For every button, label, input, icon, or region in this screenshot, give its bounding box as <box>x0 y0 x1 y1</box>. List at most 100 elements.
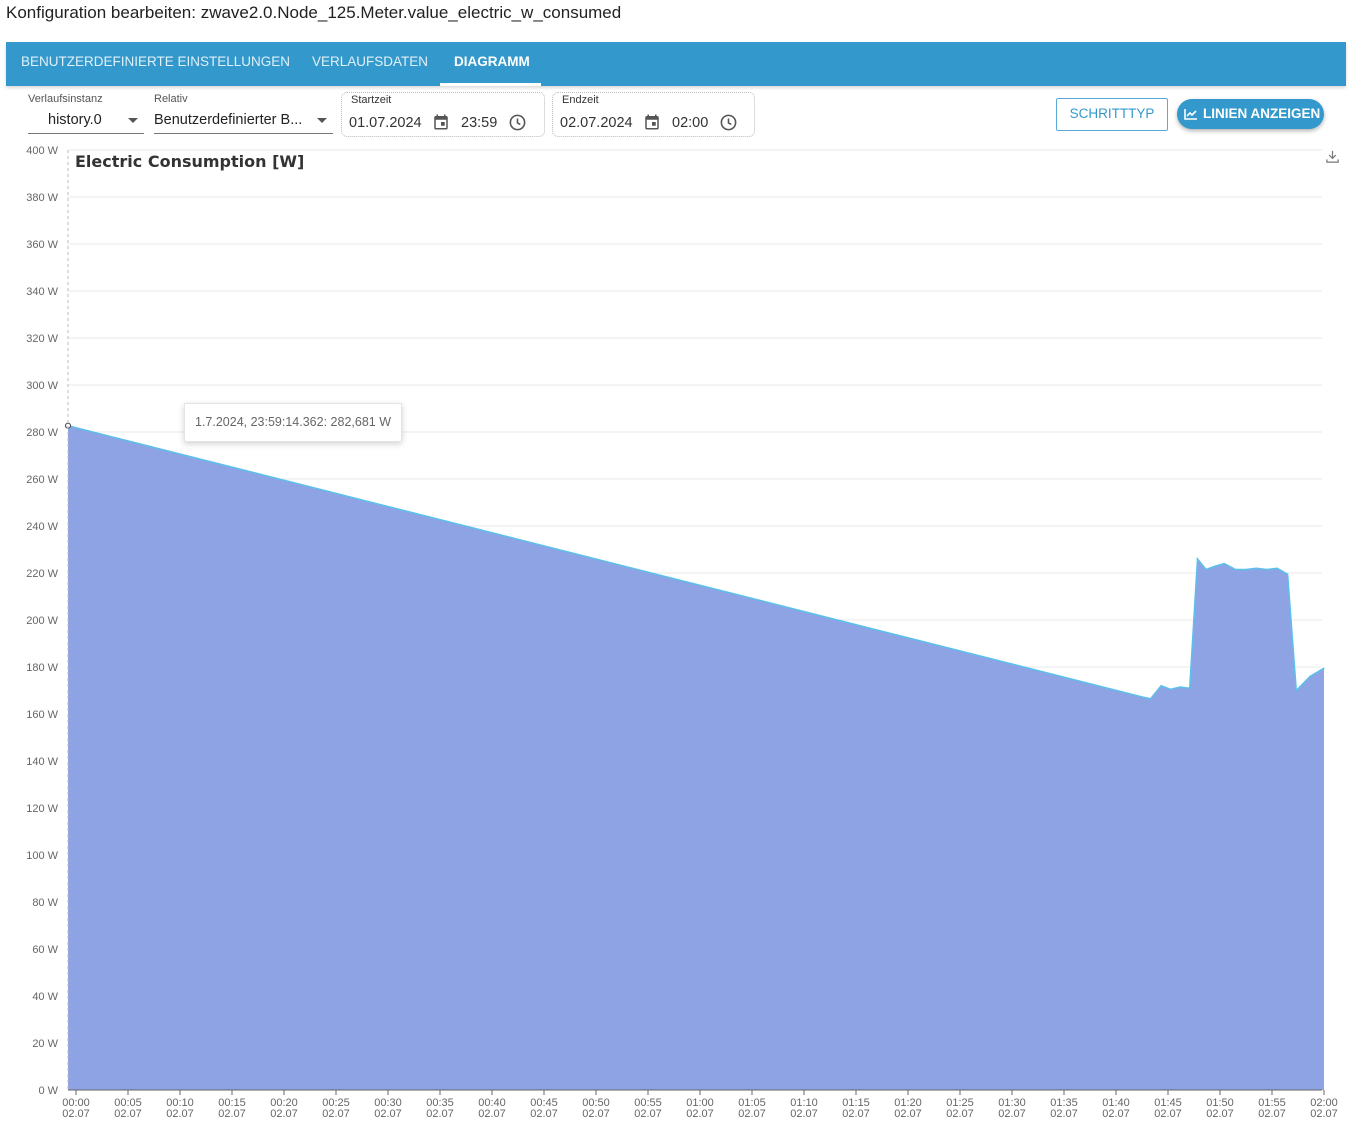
x-tick-date-label: 02.07 <box>894 1108 922 1120</box>
y-tick-label: 200 W <box>26 615 58 627</box>
x-tick-date-label: 02.07 <box>946 1108 974 1120</box>
data-point <box>1287 573 1289 575</box>
history-instance-label: Verlaufsinstanz <box>28 93 103 105</box>
active-tab-indicator <box>440 83 541 86</box>
line-chart-icon <box>1184 109 1197 120</box>
x-tick-date-label: 02.07 <box>998 1108 1026 1120</box>
start-time-label: Startzeit <box>351 94 392 106</box>
data-point <box>1189 687 1191 689</box>
download-icon[interactable] <box>1325 149 1340 164</box>
data-point <box>1309 675 1311 678</box>
x-tick-date-label: 02.07 <box>582 1108 610 1120</box>
history-instance-value: history.0 <box>48 112 102 128</box>
x-tick-date-label: 02.07 <box>426 1108 454 1120</box>
data-point <box>1179 686 1181 688</box>
data-point <box>1205 568 1207 571</box>
end-date-input[interactable]: 02.07.2024 <box>560 115 633 131</box>
x-tick-date-label: 02.07 <box>842 1108 870 1120</box>
history-instance-select[interactable]: history.0 <box>28 109 144 134</box>
data-point <box>1196 558 1199 560</box>
x-tick-date-label: 02.07 <box>270 1108 298 1120</box>
start-date-input[interactable]: 01.07.2024 <box>349 115 422 131</box>
window-title: Konfiguration bearbeiten: zwave2.0.Node_… <box>6 3 622 22</box>
relative-value: Benutzerdefinierter B... <box>154 112 303 128</box>
x-tick-date-label: 02.07 <box>790 1108 818 1120</box>
start-time-field: Startzeit 01.07.2024 23:59 <box>341 92 545 137</box>
show-lines-label: Linien anzeigen <box>1203 106 1321 121</box>
y-tick-label: 160 W <box>26 709 58 721</box>
x-tick-date-label: 02.07 <box>686 1108 714 1120</box>
caret-down-icon <box>317 118 327 123</box>
data-point <box>1276 567 1278 569</box>
data-point <box>1255 567 1257 569</box>
caret-down-icon <box>128 118 138 123</box>
start-time-input[interactable]: 23:59 <box>461 115 497 131</box>
step-type-button[interactable]: Schritttyp <box>1056 98 1168 131</box>
y-tick-label: 380 W <box>26 192 58 204</box>
y-tick-label: 360 W <box>26 239 58 251</box>
x-tick-date-label: 02.07 <box>634 1108 662 1120</box>
x-tick-date-label: 02.07 <box>1258 1108 1286 1120</box>
x-tick-date-label: 02.07 <box>62 1108 90 1120</box>
chart-title: Electric Consumption [W] <box>75 152 304 171</box>
y-tick-label: 260 W <box>26 474 58 486</box>
clock-icon[interactable] <box>719 113 738 132</box>
end-time-input[interactable]: 02:00 <box>672 115 708 131</box>
data-point <box>1266 568 1268 571</box>
end-time-label: Endzeit <box>562 94 599 106</box>
y-tick-label: 180 W <box>26 662 58 674</box>
x-tick-date-label: 02.07 <box>1050 1108 1078 1120</box>
y-tick-label: 140 W <box>26 756 58 768</box>
x-tick-date-label: 02.07 <box>114 1108 142 1120</box>
data-point <box>1223 563 1225 565</box>
data-point <box>1295 689 1297 692</box>
x-tick-date-label: 02.07 <box>166 1108 194 1120</box>
y-tick-label: 400 W <box>26 145 58 157</box>
y-tick-label: 340 W <box>26 286 58 298</box>
y-tick-label: 300 W <box>26 380 58 392</box>
x-tick-date-label: 02.07 <box>1154 1108 1182 1120</box>
data-point <box>1160 685 1162 687</box>
x-tick-date-label: 02.07 <box>530 1108 558 1120</box>
tab-history-data[interactable]: Verlaufsdaten <box>312 42 428 86</box>
relative-select[interactable]: Benutzerdefinierter B... <box>154 109 333 134</box>
y-tick-label: 20 W <box>32 1038 58 1050</box>
x-tick-date-label: 02.07 <box>374 1108 402 1120</box>
clock-icon[interactable] <box>508 113 527 132</box>
y-tick-label: 100 W <box>26 850 58 862</box>
data-point <box>1215 565 1217 567</box>
tab-custom-settings[interactable]: Benutzerdefinierte Einstellungen <box>21 42 290 86</box>
calendar-icon[interactable] <box>432 113 450 131</box>
chart-tooltip: 1.7.2024, 23:59:14.362: 282,681 W <box>184 403 402 442</box>
y-tick-label: 280 W <box>26 427 58 439</box>
calendar-icon[interactable] <box>643 113 661 131</box>
tab-bar: Benutzerdefinierte Einstellungen Verlauf… <box>6 42 1346 86</box>
series-area <box>68 425 1324 1090</box>
data-point <box>1235 568 1237 571</box>
x-tick-date-label: 02.07 <box>1310 1108 1338 1120</box>
x-tick-date-label: 02.07 <box>738 1108 766 1120</box>
y-tick-label: 240 W <box>26 521 58 533</box>
x-tick-date-label: 02.07 <box>1102 1108 1130 1120</box>
y-tick-label: 40 W <box>32 991 58 1003</box>
data-point <box>1150 698 1152 700</box>
tab-chart[interactable]: Diagramm <box>454 42 530 86</box>
x-tick-date-label: 02.07 <box>322 1108 350 1120</box>
relative-label: Relativ <box>154 93 188 105</box>
data-point <box>1144 696 1146 699</box>
data-point <box>1245 568 1247 571</box>
y-tick-label: 80 W <box>32 897 58 909</box>
y-tick-label: 0 W <box>38 1085 58 1097</box>
x-tick-date-label: 02.07 <box>1206 1108 1234 1120</box>
y-tick-label: 320 W <box>26 333 58 345</box>
y-tick-label: 220 W <box>26 568 58 580</box>
x-tick-date-label: 02.07 <box>478 1108 506 1120</box>
y-tick-label: 120 W <box>26 803 58 815</box>
data-point <box>1323 667 1325 669</box>
show-lines-button[interactable]: Linien anzeigen <box>1177 99 1324 129</box>
end-time-field: Endzeit 02.07.2024 02:00 <box>552 92 755 137</box>
y-tick-label: 60 W <box>32 944 58 956</box>
data-point <box>1170 688 1172 690</box>
x-tick-date-label: 02.07 <box>218 1108 246 1120</box>
consumption-chart[interactable]: 0 W 20 W 40 W 60 W 80 W 100 W 120 W 140 W 160 W 1… <box>0 140 1349 1126</box>
